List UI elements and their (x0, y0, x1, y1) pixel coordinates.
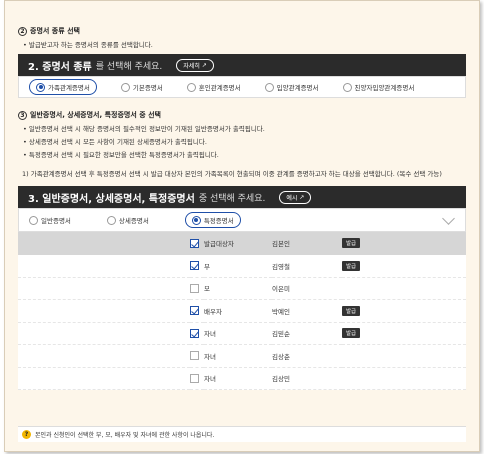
radio-general[interactable]: 일반증명서 (29, 215, 71, 225)
name-cell: 김영철 (272, 262, 290, 271)
family-table: 발급대상자 김본인 발급 부 김영철 발급 모 이은미 배우자 박예인 발급 자… (18, 232, 466, 390)
relation-cell: 부 (204, 262, 210, 271)
footer-help: ? 본인과 신청인이 선택한 부, 모, 배우자 및 자녀에 관한 사항이 나옵… (18, 426, 466, 442)
external-link-icon: ↗ (299, 193, 305, 201)
question-icon: ? (22, 430, 31, 439)
radio-marriage[interactable]: 혼인관계증명서 (186, 82, 241, 92)
table-row: 배우자 박예인 발급 (18, 299, 466, 322)
checkbox[interactable] (190, 238, 199, 248)
external-link-icon: ↗ (201, 61, 207, 69)
example-button-label: 예시 (286, 194, 298, 202)
issue-badge: 발급 (342, 238, 361, 249)
radio-detailed[interactable]: 상세증명서 (106, 215, 149, 225)
radio-icon (106, 215, 116, 225)
radio-basic[interactable]: 기본증명서 (120, 82, 163, 92)
chevron-down-icon[interactable] (442, 212, 455, 225)
section2-bar-strong: 2. 증명서 종류 (28, 61, 92, 73)
relation-cell: 자녀 (204, 352, 216, 361)
section3-bullet-3: 특정증명서 선택 시 필요한 정보만을 선택한 특정증명서가 출력됩니다. (18, 149, 466, 159)
checkbox[interactable] (190, 351, 199, 361)
radio-icon (29, 215, 38, 225)
detail-button-label: 자세히 (183, 62, 200, 70)
section2-header-bar: 2. 증명서 종류 를 선택해 주세요. 자세히 ↗ (18, 54, 466, 76)
relation-cell: 자녀 (204, 330, 216, 339)
relation-cell: 배우자 (204, 307, 222, 316)
checkbox[interactable] (190, 328, 199, 338)
name-cell: 김본인 (272, 240, 290, 249)
certificate-scope-radio-group: 일반증명서 상세증명서 특정증명서 (18, 208, 466, 232)
radio-full-adoption[interactable]: 친양자입양관계증명서 (342, 82, 414, 92)
section3-bar-strong: 3. 일반증명서, 상세증명서, 특정증명서 (28, 193, 195, 205)
name-cell: 이은미 (272, 285, 290, 294)
relation-cell: 모 (204, 285, 210, 294)
section3-header-bar: 3. 일반증명서, 상세증명서, 특정증명서 중 선택해 주세요. 예시 ↗ (18, 186, 466, 208)
table-row: 자녀 김믿순 발급 (18, 322, 466, 345)
section2-title-text: 증명서 종류 선택 (30, 27, 80, 35)
name-cell: 박예인 (272, 307, 290, 316)
section3-bullet-1: 일반증명서 선택 시 해당 증명서의 필수적인 정보만이 기재된 일반증명서가 … (18, 123, 466, 133)
relation-cell: 발급대상자 (204, 240, 234, 249)
detail-button[interactable]: 자세히 ↗ (176, 58, 214, 72)
relation-cell: 자녀 (204, 375, 216, 384)
section3-bullet-2: 상세증명서 선택 시 모든 사항이 기재된 상세증명서가 출력됩니다. (18, 136, 466, 146)
section2-title: 2 증명서 종류 선택 (18, 26, 466, 36)
section3-title: 3 일반증명서, 상세증명서, 특정증명서 중 선택 (18, 110, 466, 120)
checkbox[interactable] (190, 306, 199, 316)
radio-icon (120, 82, 130, 92)
footer-text: 본인과 신청인이 선택한 부, 모, 배우자 및 자녀에 관한 사항이 나옵니다… (35, 432, 215, 439)
table-row: 자녀 김상춘 (18, 344, 466, 367)
radio-specific[interactable]: 특정증명서 (184, 212, 241, 228)
name-cell: 김믿순 (272, 330, 290, 339)
issue-badge: 발급 (342, 260, 361, 271)
radio-family-relation[interactable]: 가족관계증명서 (29, 79, 97, 95)
radio-icon (264, 82, 274, 92)
section3-title-text: 일반증명서, 상세증명서, 특정증명서 중 선택 (30, 111, 161, 119)
table-row: 자녀 김상민 (18, 367, 466, 390)
radio-icon (191, 215, 201, 225)
section2-bar-light: 를 선택해 주세요. (95, 61, 163, 72)
table-row: 발급대상자 김본인 발급 (18, 232, 466, 255)
content-area: 2 증명서 종류 선택 발급받고자 하는 증명서의 종류를 선택합니다. 2. … (18, 26, 466, 390)
name-cell: 김상민 (272, 375, 290, 384)
certificate-type-radio-group: 가족관계증명서 기본증명서 혼인관계증명서 입양관계증명서 친양자입양관계증명서 (18, 76, 466, 98)
table-row: 부 김영철 발급 (18, 254, 466, 277)
section3-note: 1) 가족관계증명서 선택 후 특정증명서 선택 시 발급 대상자 본인의 가족… (22, 170, 442, 178)
checkbox[interactable] (190, 261, 199, 270)
section3-number: 3 (18, 110, 27, 120)
section2-number: 2 (18, 26, 27, 36)
checkbox[interactable] (190, 373, 199, 383)
radio-icon (342, 82, 352, 92)
name-cell: 김상춘 (272, 352, 290, 361)
table-row: 모 이은미 (18, 277, 466, 300)
issue-badge: 발급 (342, 305, 361, 316)
radio-icon (186, 82, 196, 92)
section3-bar-light: 중 선택해 주세요. (198, 193, 266, 204)
section2-bullet: 발급받고자 하는 증명서의 종류를 선택합니다. (18, 39, 466, 49)
issue-badge: 발급 (342, 328, 361, 339)
example-button[interactable]: 예시 ↗ (279, 190, 312, 204)
checkbox[interactable] (190, 283, 199, 293)
radio-adoption[interactable]: 입양관계증명서 (264, 82, 319, 92)
radio-icon (36, 82, 45, 92)
